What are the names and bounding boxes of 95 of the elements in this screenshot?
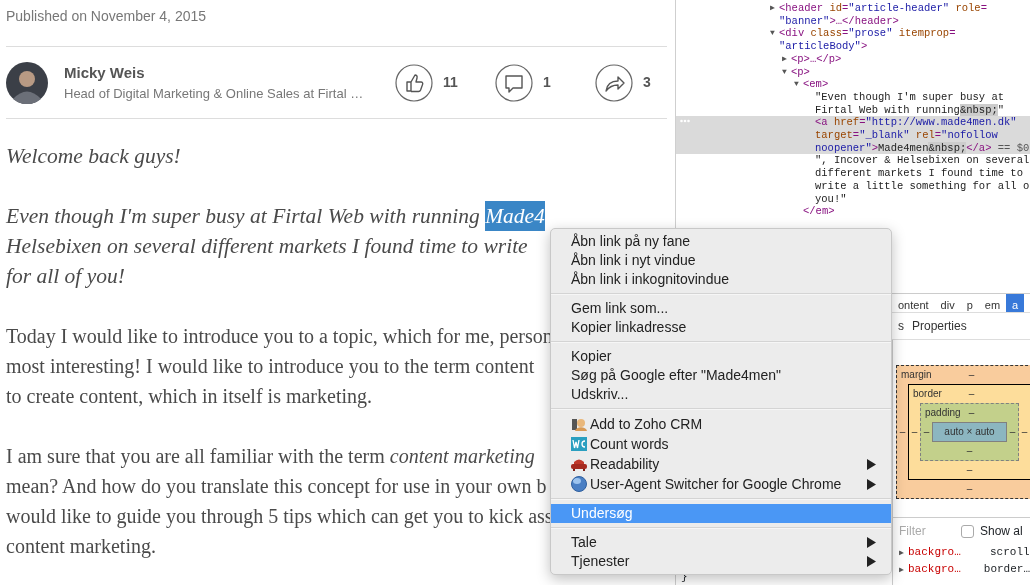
menu-item[interactable]: Count words [551, 434, 891, 454]
menu-item[interactable]: Søg på Google efter "Made4men" [551, 366, 891, 385]
code-line: "Even though I'm super busy at [815, 90, 1005, 104]
code-line: <header id="article-header" role= [779, 2, 987, 15]
dimension-value: – [966, 445, 973, 456]
breadcrumb[interactable]: div [934, 294, 961, 312]
breadcrumb[interactable]: em [978, 294, 1007, 312]
breadcrumb[interactable]: ontent [892, 294, 935, 312]
panel-tab[interactable]: Properties [912, 317, 967, 335]
property-name: backgro… [908, 562, 962, 578]
menu-item[interactable]: User-Agent Switcher for Google Chrome [551, 474, 891, 494]
dimension-value: – [1008, 425, 1017, 439]
submenu-arrow-icon [866, 458, 876, 470]
menu-item[interactable]: Gem link som... [551, 299, 891, 318]
property-value: border… [983, 562, 1030, 578]
checkbox[interactable] [961, 524, 974, 538]
dimension-value: – [968, 387, 975, 401]
code-line: <p> [791, 65, 810, 79]
expand-toggle[interactable]: ▶ [899, 563, 908, 576]
paragraph-line: mean? And how do you translate this concept for use in your own b [6, 474, 547, 500]
paragraph-line: Helsebixen on several different markets I found time to write [6, 233, 528, 260]
menu-item[interactable]: Add to Zoho CRM [551, 414, 891, 434]
checkbox-label: Show al [980, 523, 1023, 540]
menu-item[interactable]: Udskriv... [551, 385, 891, 404]
code-line: "banner">…</header> [779, 14, 899, 28]
dimension-value: – [968, 406, 975, 420]
dimension-value: – [966, 464, 973, 475]
box-label: margin [901, 368, 933, 382]
paragraph-line: for all of you! [6, 263, 125, 290]
count: 3 [643, 73, 652, 92]
code-line: </em> [803, 205, 835, 218]
code-line: <a href="http://www.made4men.dk" [815, 116, 1017, 130]
link-text[interactable]: Made4 [485, 201, 545, 231]
box-label: border [913, 387, 943, 401]
dimension-value: – [922, 425, 931, 439]
property-name: backgro… [908, 545, 962, 561]
paragraph-line: Welcome back guys! [6, 143, 181, 170]
menu-item[interactable]: Kopier [551, 347, 891, 366]
paragraph-line: most interesting! I would like to introduce you to the term content [6, 354, 535, 380]
globe-icon [571, 476, 587, 492]
paragraph-line: Even though I'm super busy at Firtal Web with running [6, 203, 481, 230]
dimension-value: – [966, 483, 973, 494]
menu-item[interactable]: Åbn link i inkognitovindue [551, 270, 891, 289]
dimension-value: – [898, 425, 907, 439]
author-name[interactable]: Micky Weis [64, 61, 367, 84]
submenu-arrow-icon [866, 478, 876, 490]
paragraph-line: content marketing. [6, 534, 156, 560]
code-line: write a little something for all o [815, 179, 1030, 193]
count: 11 [443, 73, 459, 92]
breadcrumb[interactable]: p [960, 294, 979, 312]
expand-toggle[interactable]: ▼ [794, 78, 803, 91]
comment-icon[interactable] [495, 63, 533, 102]
code-line: <em> [803, 78, 829, 91]
code-line: "articleBody"> [779, 40, 868, 53]
filter-field[interactable]: Filter [899, 522, 955, 540]
like-icon[interactable] [395, 63, 433, 102]
menu-item[interactable]: Kopier linkadresse [551, 318, 891, 337]
expand-toggle[interactable]: ▼ [782, 65, 791, 79]
submenu-arrow-icon [866, 537, 876, 548]
share-icon[interactable] [595, 63, 633, 102]
breadcrumb[interactable]: a [1006, 294, 1025, 312]
property-value: scroll [990, 545, 1030, 561]
code-line: noopener">Made4men&nbsp;</a> == $0 [815, 141, 1030, 155]
menu-item[interactable]: Readability [551, 454, 891, 474]
author-headline: Head of Digital Marketing & Online Sales at Firtal … [64, 85, 365, 103]
code-line: <p>…</p> [791, 52, 842, 66]
submenu-arrow-icon [866, 556, 876, 567]
paragraph-line: to create content, which in itself is marketing. [6, 384, 372, 410]
code-line: you!" [815, 192, 847, 206]
paragraph-line: Today I would like to introduce you to a topic, which for me, person [6, 324, 553, 350]
publish-date: Published on November 4, 2015 [6, 0, 667, 47]
menu-item[interactable]: Tale [551, 533, 891, 552]
menu-item[interactable]: Åbn link i nyt vindue [551, 251, 891, 270]
word-count-icon [571, 436, 587, 452]
dimension-value: – [910, 425, 919, 439]
box-label: padding [925, 406, 962, 420]
count: 1 [543, 73, 552, 92]
contact-icon [571, 416, 587, 432]
avatar [6, 61, 48, 104]
code-line: ", Incover & Helsebixen on several [815, 154, 1030, 168]
dimension-value: – [968, 368, 975, 382]
code-line: different markets I found time to [815, 167, 1023, 180]
code-line: Firtal Web with running&nbsp;" [815, 103, 1005, 117]
dimension-value: – [1020, 425, 1029, 439]
panel-tab[interactable]: s [898, 317, 904, 335]
paragraph-line: I am sure that you are all familiar with the term content marketing [6, 444, 535, 470]
content-box: auto × auto [932, 422, 1007, 442]
code-line: <div class="prose" itemprop= [779, 27, 956, 41]
expand-toggle[interactable]: ▶ [770, 2, 779, 15]
expand-toggle[interactable]: ▼ [770, 27, 779, 41]
code-line: target="_blank" rel="nofollow [815, 129, 998, 142]
expand-toggle[interactable]: ▶ [782, 52, 791, 66]
menu-item[interactable]: Åbn link på ny fane [551, 232, 891, 251]
menu-item[interactable]: Tjenester [551, 552, 891, 571]
expand-toggle[interactable]: ▶ [899, 546, 908, 559]
